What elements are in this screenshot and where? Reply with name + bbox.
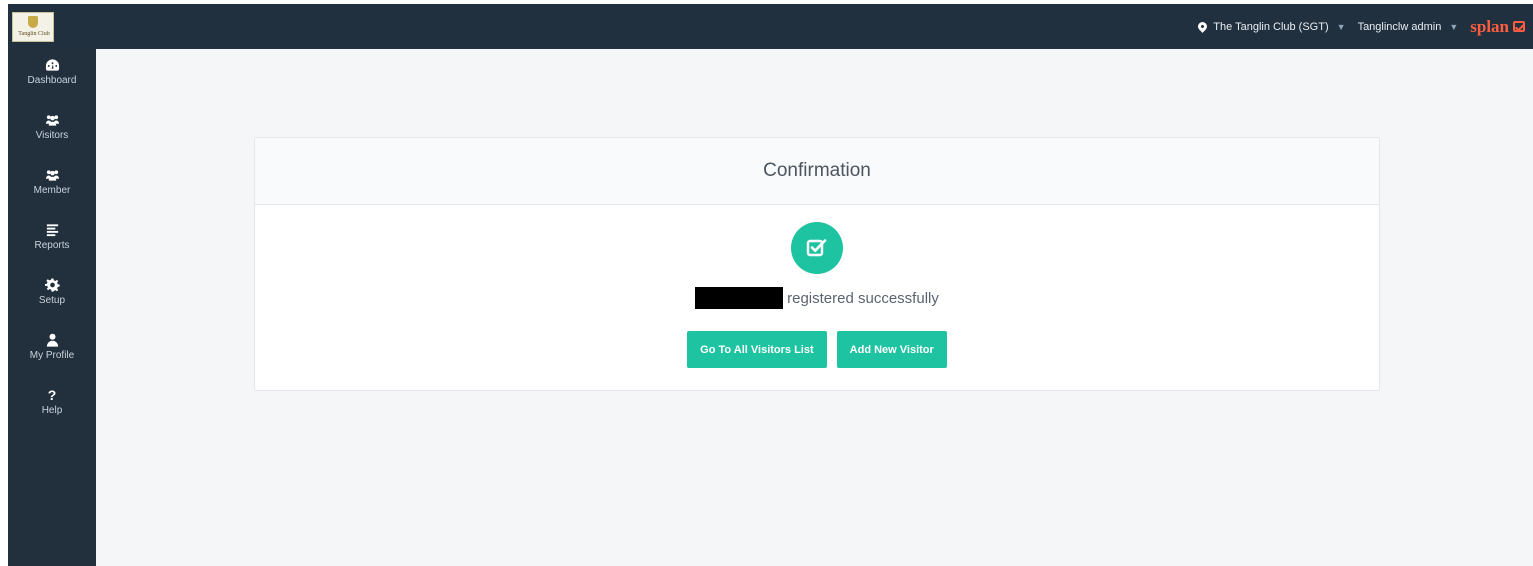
- sidebar-item-label: Help: [41, 405, 63, 416]
- sidebar-item-my-profile[interactable]: My Profile: [8, 324, 96, 379]
- sidebar-item-label: Member: [33, 185, 71, 196]
- sidebar-item-label: Visitors: [35, 130, 69, 141]
- sidebar: Dashboard Visitors Member Reports Setup: [8, 49, 96, 566]
- sidebar-item-label: Reports: [34, 240, 70, 251]
- users-icon: [44, 168, 60, 182]
- caret-down-icon: ▼: [1336, 21, 1346, 32]
- location-label: The Tanglin Club (SGT): [1213, 20, 1329, 33]
- crest-icon: [28, 16, 38, 28]
- success-message: registered successfully: [255, 287, 1379, 309]
- success-message-text: registered successfully: [787, 289, 939, 307]
- sidebar-item-label: My Profile: [29, 350, 75, 361]
- sidebar-item-member[interactable]: Member: [8, 159, 96, 214]
- top-bar: Tanglin Club The Tanglin Club (SGT) ▼ Ta…: [8, 4, 1533, 49]
- sidebar-item-visitors[interactable]: Visitors: [8, 104, 96, 159]
- question-icon: ?: [47, 387, 57, 403]
- sidebar-item-reports[interactable]: Reports: [8, 214, 96, 269]
- sidebar-item-help[interactable]: ? Help: [8, 379, 96, 434]
- location-selector[interactable]: The Tanglin Club (SGT) ▼: [1196, 20, 1346, 33]
- sidebar-item-label: Setup: [38, 295, 66, 306]
- user-name: Tanglinclw admin: [1357, 20, 1442, 33]
- card-header: Confirmation: [255, 138, 1379, 205]
- check-square-icon: [1513, 21, 1525, 32]
- app-window: Tanglin Club The Tanglin Club (SGT) ▼ Ta…: [8, 4, 1533, 566]
- sidebar-item-dashboard[interactable]: Dashboard: [8, 49, 96, 104]
- action-buttons: Go To All Visitors List Add New Visitor: [255, 331, 1379, 368]
- map-marker-icon: [1196, 20, 1210, 33]
- add-new-visitor-button[interactable]: Add New Visitor: [836, 331, 947, 368]
- caret-down-icon: ▼: [1449, 21, 1459, 32]
- club-logo[interactable]: Tanglin Club: [12, 12, 54, 42]
- dashboard-icon: [44, 58, 60, 72]
- redacted-visitor-name: [695, 287, 784, 309]
- card-body: registered successfully Go To All Visito…: [255, 205, 1379, 391]
- brand-name: splan: [1470, 16, 1509, 36]
- sidebar-item-label: Dashboard: [27, 75, 77, 86]
- confirmation-card: Confirmation registered successfully Go …: [254, 137, 1380, 391]
- logo-text: Tanglin Club: [18, 31, 50, 37]
- gear-icon: [44, 278, 60, 292]
- user-menu[interactable]: Tanglinclw admin ▼: [1358, 21, 1459, 33]
- go-to-all-visitors-list-button[interactable]: Go To All Visitors List: [687, 331, 827, 368]
- sidebar-item-setup[interactable]: Setup: [8, 269, 96, 324]
- top-bar-right: The Tanglin Club (SGT) ▼ Tanglinclw admi…: [1196, 4, 1525, 49]
- card-title: Confirmation: [763, 160, 871, 181]
- list-icon: [44, 223, 60, 237]
- success-check-icon: [791, 222, 843, 274]
- brand-logo[interactable]: splan: [1470, 17, 1525, 37]
- users-icon: [44, 113, 60, 127]
- user-icon: [44, 333, 60, 347]
